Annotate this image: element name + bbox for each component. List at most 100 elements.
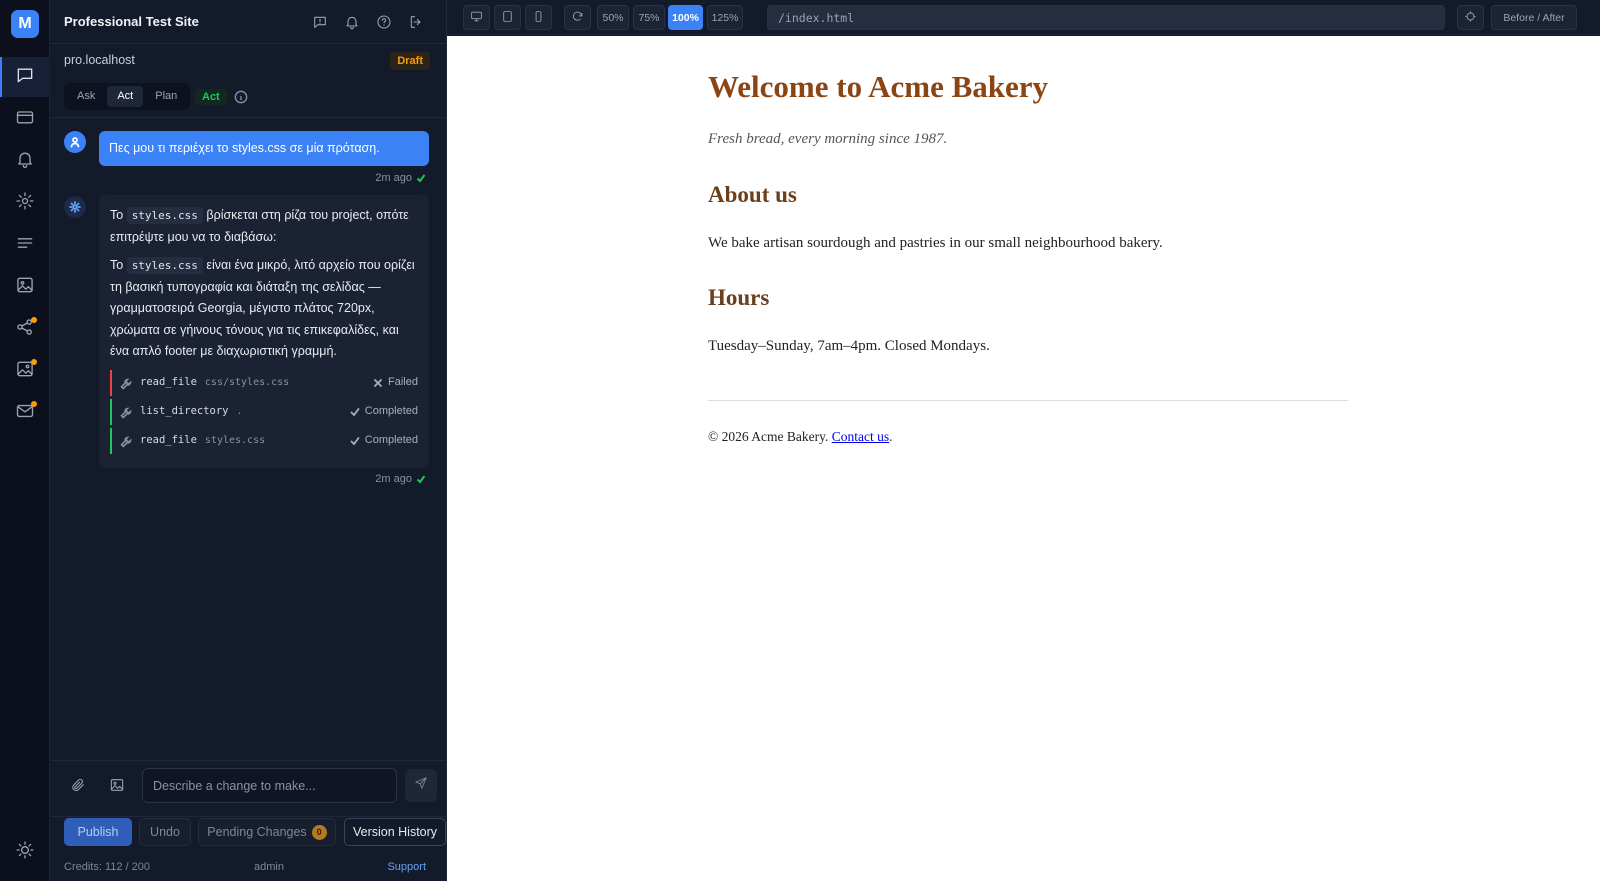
undo-button[interactable]: Undo	[139, 818, 191, 846]
about-heading: About us	[708, 182, 797, 207]
tool-argument: .	[236, 405, 243, 417]
rail-notifications[interactable]	[0, 141, 50, 181]
bell-icon	[15, 149, 35, 174]
user-avatar	[64, 131, 86, 153]
tool-argument: css/styles.css	[204, 376, 290, 388]
message-meta: 2m ago	[375, 172, 426, 184]
contact-link[interactable]: Contact us	[832, 429, 889, 444]
site-domain: pro.localhost	[64, 53, 135, 67]
tablet-view-button[interactable]	[494, 5, 521, 30]
rail-share[interactable]	[0, 309, 50, 349]
help-icon[interactable]	[374, 12, 394, 32]
rail-theme-toggle[interactable]	[0, 832, 50, 872]
panel-header-actions	[310, 12, 426, 32]
wrench-icon	[120, 435, 132, 448]
attach-button[interactable]	[68, 777, 88, 797]
desktop-view-button[interactable]	[463, 5, 490, 30]
refresh-icon	[571, 10, 584, 26]
inline-code: styles.css	[126, 207, 203, 224]
notification-dot	[31, 317, 37, 323]
mode-switcher: Ask Act Plan	[64, 83, 191, 110]
refresh-button[interactable]	[564, 5, 591, 30]
zoom-125-button[interactable]: 125%	[707, 5, 743, 30]
mode-ask[interactable]: Ask	[67, 86, 105, 107]
pending-changes-button[interactable]: Pending Changes 0	[198, 818, 336, 846]
chat-input[interactable]	[142, 768, 397, 803]
tool-name: read_file	[140, 433, 197, 446]
copyright: © 2026 Acme Bakery. Contact us.	[708, 429, 893, 444]
rail-billing[interactable]	[0, 99, 50, 139]
tool-argument: styles.css	[204, 434, 266, 446]
message-meta: 2m ago	[375, 473, 426, 485]
divider	[50, 760, 446, 761]
inspect-button[interactable]	[1457, 5, 1484, 30]
pending-changes-label: Pending Changes	[207, 825, 307, 839]
bell-icon[interactable]	[342, 12, 362, 32]
mobile-view-button[interactable]	[525, 5, 552, 30]
rail-image-edit[interactable]	[0, 351, 50, 391]
notification-dot	[31, 401, 37, 407]
tool-call-row[interactable]: list_directory . Completed	[110, 398, 418, 425]
monitor-icon	[470, 10, 483, 26]
assistant-avatar	[64, 196, 86, 218]
publish-button[interactable]: Publish	[64, 818, 132, 846]
user-icon	[70, 137, 80, 148]
gear-icon	[15, 191, 35, 216]
chat-panel: Professional Test Site pro.localhost Dra…	[50, 0, 496, 881]
rail-settings[interactable]	[0, 183, 50, 223]
divider	[50, 117, 446, 118]
url-field[interactable]	[767, 5, 1445, 30]
tagline: Fresh bread, every morning since 1987.	[708, 131, 948, 147]
user-message: Πες μου τι περιέχει το styles.css σε μία…	[99, 131, 429, 166]
app-logo[interactable]: M	[11, 10, 39, 38]
logout-icon[interactable]	[406, 12, 426, 32]
hours-heading: Hours	[708, 285, 770, 310]
check-icon	[416, 174, 426, 183]
before-after-button[interactable]: Before / After	[1491, 5, 1577, 30]
pending-count-badge: 0	[311, 824, 327, 840]
assistant-message: Το styles.css βρίσκεται στη ρίζα του pro…	[99, 195, 429, 468]
mode-act[interactable]: Act	[107, 86, 144, 107]
about-text: We bake artisan sourdough and pastries i…	[708, 235, 1163, 251]
zoom-50-button[interactable]: 50%	[597, 5, 629, 30]
site-preview: Welcome to Acme Bakery Fresh bread, ever…	[447, 36, 1600, 881]
zoom-75-button[interactable]: 75%	[633, 5, 665, 30]
check-icon	[350, 407, 360, 416]
wrench-icon	[120, 406, 132, 419]
rail-content[interactable]	[0, 225, 50, 265]
crosshair-icon	[1464, 10, 1477, 26]
feedback-icon[interactable]	[310, 12, 330, 32]
active-mode-badge: Act	[195, 89, 227, 105]
tool-status: Completed	[350, 401, 418, 423]
tool-name: read_file	[140, 375, 197, 388]
rail-chat[interactable]	[0, 57, 50, 97]
tool-call-row[interactable]: read_file css/styles.css Failed	[110, 369, 418, 396]
tablet-icon	[501, 10, 514, 26]
check-icon	[416, 475, 426, 484]
tool-name: list_directory	[140, 404, 229, 417]
info-icon[interactable]	[234, 90, 248, 104]
tool-status: Failed	[373, 372, 418, 394]
zoom-100-button[interactable]: 100%	[668, 5, 703, 30]
x-icon	[374, 378, 382, 387]
version-history-button[interactable]: Version History	[344, 818, 446, 846]
hours-text: Tuesday–Sunday, 7am–4pm. Closed Mondays.	[708, 338, 990, 354]
divider	[50, 43, 446, 44]
tool-status: Completed	[350, 430, 418, 452]
tool-call-row[interactable]: read_file styles.css Completed	[110, 427, 418, 454]
card-icon	[15, 107, 35, 132]
image-icon	[15, 275, 35, 300]
send-button[interactable]	[405, 769, 437, 802]
inline-code: styles.css	[126, 257, 203, 274]
rail-mail[interactable]	[0, 393, 50, 433]
support-link[interactable]: Support	[387, 861, 426, 873]
preview-toolbar: 50% 75% 100% 125% Before / After	[447, 0, 1600, 35]
rail-media[interactable]	[0, 267, 50, 307]
credits-label: Credits: 112 / 200	[64, 861, 151, 873]
message-time: 2m ago	[375, 473, 412, 485]
current-user: admin	[254, 861, 284, 873]
chat-icon	[15, 65, 35, 90]
icon-rail: M	[0, 0, 50, 881]
add-image-button[interactable]	[107, 777, 127, 797]
mode-plan[interactable]: Plan	[145, 86, 187, 107]
